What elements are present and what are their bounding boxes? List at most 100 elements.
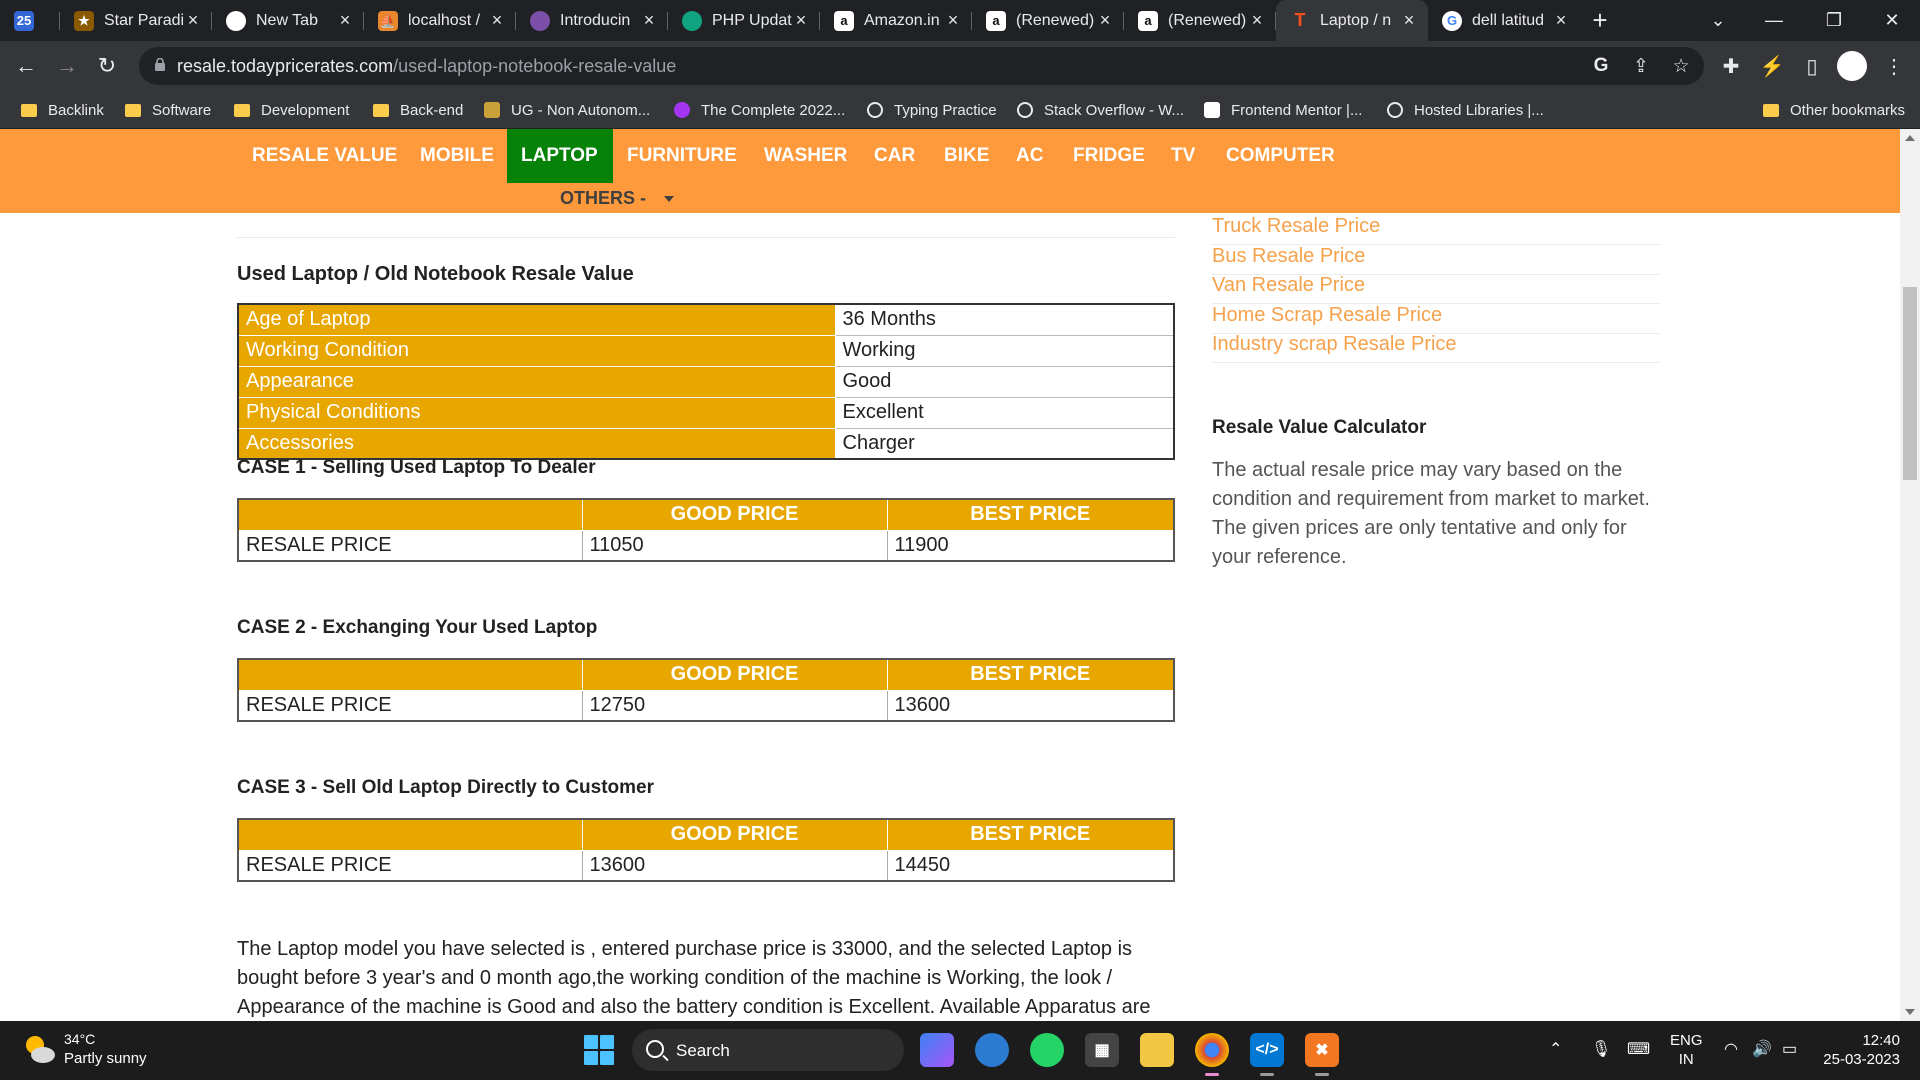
profile-avatar[interactable] xyxy=(1837,51,1867,81)
scrollbar-thumb[interactable] xyxy=(1903,287,1917,480)
share-icon[interactable]: ⇪ xyxy=(1628,53,1654,79)
scroll-down-icon[interactable] xyxy=(1905,1009,1915,1015)
tab-renewed-1[interactable]: a (Renewed) × xyxy=(972,0,1124,41)
chrome-icon[interactable] xyxy=(1195,1033,1229,1067)
tab-close-icon[interactable]: × xyxy=(488,10,506,31)
sidebar-link-industry-scrap[interactable]: Industry scrap Resale Price xyxy=(1212,333,1660,363)
tab-introducing[interactable]: Introducin × xyxy=(516,0,668,41)
chevron-up-icon[interactable]: ⌃ xyxy=(1549,1039,1562,1059)
language-indicator[interactable]: ENG IN xyxy=(1670,1031,1703,1069)
copilot-icon[interactable] xyxy=(920,1033,954,1067)
scroll-up-icon[interactable] xyxy=(1905,135,1915,141)
nav-tv[interactable]: TV xyxy=(1171,129,1195,183)
back-icon[interactable]: ← xyxy=(10,50,42,82)
performance-icon[interactable]: ⚡ xyxy=(1757,51,1787,81)
sidebar-link-truck[interactable]: Truck Resale Price xyxy=(1212,215,1660,245)
tab-close-icon[interactable]: × xyxy=(184,10,202,31)
chrome-favicon xyxy=(226,10,246,31)
nav-ac[interactable]: AC xyxy=(1016,129,1043,183)
tab-new-tab[interactable]: New Tab × xyxy=(212,0,364,41)
nav-car[interactable]: CAR xyxy=(874,129,915,183)
bookmark-hosted-libraries[interactable]: Hosted Libraries |... xyxy=(1387,100,1544,120)
bookmark-backlink[interactable]: Backlink xyxy=(21,100,104,120)
tab-close-icon[interactable]: × xyxy=(792,10,810,31)
summary-paragraph: The Laptop model you have selected is , … xyxy=(237,938,1151,1018)
sidebar-link-van[interactable]: Van Resale Price xyxy=(1212,274,1660,304)
nav-washer[interactable]: WASHER xyxy=(764,129,847,183)
tab-calendar[interactable]: 25 xyxy=(0,0,60,41)
partly-sunny-icon[interactable] xyxy=(22,1033,56,1065)
close-window-icon[interactable]: ✕ xyxy=(1864,0,1920,41)
tab-close-icon[interactable]: × xyxy=(640,10,658,31)
microphone-icon[interactable]: 🎙 xyxy=(1591,1039,1611,1059)
tab-laptop-active[interactable]: T Laptop / n × xyxy=(1276,0,1428,41)
battery-icon[interactable]: ▭ xyxy=(1782,1039,1797,1059)
tab-dell-latitude[interactable]: G dell latitud × xyxy=(1428,0,1580,41)
bookmark-software[interactable]: Software xyxy=(125,100,211,120)
table-row: RESALE PRICE 12750 13600 xyxy=(237,689,1175,722)
openai-favicon xyxy=(530,10,550,31)
taskbar-search[interactable]: Search xyxy=(632,1029,904,1071)
sidebar-link-home-scrap[interactable]: Home Scrap Resale Price xyxy=(1212,304,1660,334)
bookmark-back-end[interactable]: Back-end xyxy=(373,100,463,120)
nav-furniture[interactable]: FURNITURE xyxy=(627,129,737,183)
sidebar-link-bus[interactable]: Bus Resale Price xyxy=(1212,245,1660,275)
restore-icon[interactable]: ❐ xyxy=(1806,0,1862,41)
tab-close-icon[interactable]: × xyxy=(1096,10,1114,31)
tab-php-update[interactable]: PHP Updat × xyxy=(668,0,820,41)
reload-icon[interactable]: ↻ xyxy=(91,50,123,82)
nav-resale-value[interactable]: RESALE VALUE xyxy=(252,129,397,183)
bookmark-star-icon[interactable]: ☆ xyxy=(1668,53,1694,79)
new-tab-button[interactable]: + xyxy=(1580,0,1620,41)
wifi-icon[interactable]: ◠ xyxy=(1724,1039,1738,1059)
nav-computer[interactable]: COMPUTER xyxy=(1226,129,1335,183)
nav-bike[interactable]: BIKE xyxy=(944,129,989,183)
tab-close-icon[interactable]: × xyxy=(1552,10,1570,31)
amazon-favicon: a xyxy=(1138,10,1158,31)
address-bar[interactable]: resale.todaypricerates.com/used-laptop-n… xyxy=(139,47,1704,85)
tab-close-icon[interactable]: × xyxy=(336,10,354,31)
bookmark-development[interactable]: Development xyxy=(234,100,349,120)
good-price-value: 13600 xyxy=(581,849,888,882)
page-scrollbar[interactable] xyxy=(1900,129,1920,1021)
whatsapp-icon[interactable] xyxy=(1030,1033,1064,1067)
tab-amazon[interactable]: a Amazon.in × xyxy=(820,0,972,41)
weather-desc[interactable]: Partly sunny xyxy=(64,1050,147,1067)
vscode-icon[interactable]: </> xyxy=(1250,1033,1284,1067)
start-button[interactable] xyxy=(584,1035,614,1065)
bookmark-complete-2022[interactable]: The Complete 2022... xyxy=(674,100,845,120)
best-price-header: BEST PRICE xyxy=(886,818,1175,851)
volume-icon[interactable]: 🔊 xyxy=(1752,1039,1772,1059)
url-text: resale.todaypricerates.com/used-laptop-n… xyxy=(177,56,677,76)
bookmark-stack-overflow[interactable]: Stack Overflow - W... xyxy=(1017,100,1184,120)
clock[interactable]: 12:40 25-03-2023 xyxy=(1820,1031,1900,1069)
tab-search-icon[interactable]: ⌄ xyxy=(1690,0,1746,41)
nav-others-dropdown[interactable]: OTHERS - xyxy=(560,188,675,209)
forward-icon[interactable]: → xyxy=(51,50,83,82)
tab-star-paradise[interactable]: ★ Star Paradi × xyxy=(60,0,212,41)
extensions-icon[interactable]: ✚ xyxy=(1716,51,1746,81)
bookmark-frontend-mentor[interactable]: Frontend Mentor |... xyxy=(1204,100,1362,120)
file-explorer-icon[interactable] xyxy=(1140,1033,1174,1067)
xampp-icon[interactable]: ✖ xyxy=(1305,1033,1339,1067)
bookmark-typing-practice[interactable]: Typing Practice xyxy=(867,100,997,120)
nav-laptop[interactable]: LAPTOP xyxy=(507,129,613,183)
weather-temp[interactable]: 34°C xyxy=(64,1031,95,1047)
tab-localhost[interactable]: ⛵ localhost / × xyxy=(364,0,516,41)
tab-strip: 25 ★ Star Paradi × New Tab × ⛵ localhost… xyxy=(0,0,1920,41)
side-panel-icon[interactable]: ▯ xyxy=(1797,51,1827,81)
nav-fridge[interactable]: FRIDGE xyxy=(1073,129,1145,183)
other-bookmarks[interactable]: Other bookmarks xyxy=(1763,100,1905,120)
keyboard-icon[interactable]: ⌨ xyxy=(1627,1039,1650,1059)
tab-close-icon[interactable]: × xyxy=(1248,10,1266,31)
minimize-icon[interactable]: — xyxy=(1746,0,1802,41)
tab-renewed-2[interactable]: a (Renewed) × xyxy=(1124,0,1276,41)
teams-chat-icon[interactable] xyxy=(975,1033,1009,1067)
tab-close-icon[interactable]: × xyxy=(944,10,962,31)
bookmark-ug[interactable]: UG - Non Autonom... xyxy=(484,100,650,120)
tab-close-icon[interactable]: × xyxy=(1400,10,1418,31)
menu-icon[interactable]: ⋮ xyxy=(1879,51,1909,81)
nav-mobile[interactable]: MOBILE xyxy=(420,129,494,183)
google-lens-icon[interactable]: G xyxy=(1588,53,1614,79)
store-icon[interactable]: ▦ xyxy=(1085,1033,1119,1067)
